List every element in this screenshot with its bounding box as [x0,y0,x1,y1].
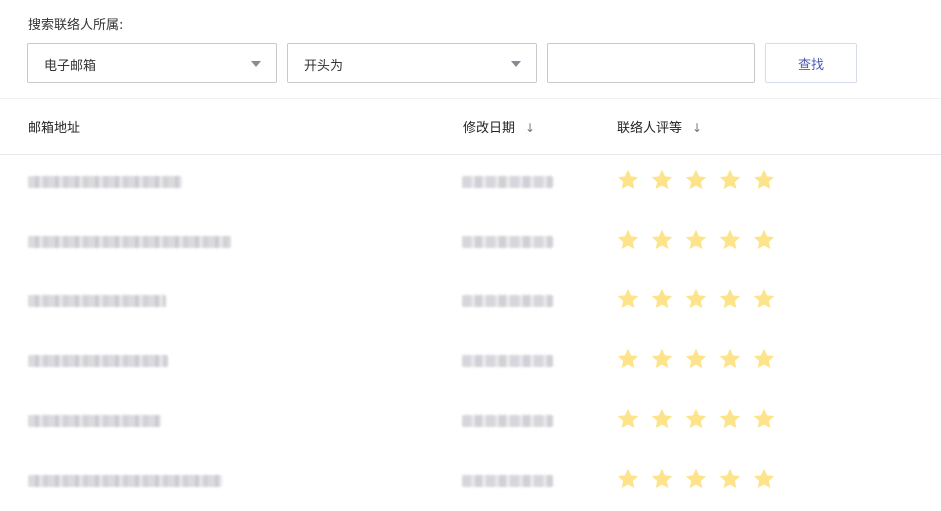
table-row[interactable] [0,214,941,274]
column-header-date[interactable]: 修改日期 ↓ [463,117,535,136]
column-header-label: 修改日期 [463,121,516,136]
star-icon[interactable] [752,287,776,311]
date-cell-redacted [462,355,553,367]
search-title: 搜索联络人所属: [28,18,124,33]
rating-stars[interactable] [616,228,776,256]
star-icon[interactable] [752,347,776,371]
rating-stars[interactable] [616,467,776,495]
email-cell-redacted [28,475,222,487]
caret-down-icon [511,61,521,67]
rating-stars[interactable] [616,407,776,435]
star-icon[interactable] [616,168,640,192]
divider [0,98,941,99]
star-icon[interactable] [650,347,674,371]
star-icon[interactable] [718,228,742,252]
email-cell-redacted [28,236,231,248]
star-icon[interactable] [616,228,640,252]
star-icon[interactable] [650,287,674,311]
column-header-email[interactable]: 邮箱地址 [28,117,80,136]
star-icon[interactable] [650,228,674,252]
rating-stars[interactable] [616,287,776,315]
date-cell-redacted [462,295,553,307]
star-icon[interactable] [752,228,776,252]
star-icon[interactable] [684,168,708,192]
date-cell-redacted [462,475,553,487]
column-header-label: 邮箱地址 [28,121,81,136]
rating-stars[interactable] [616,347,776,375]
column-header-label: 联络人评等 [617,121,683,136]
table-row[interactable] [0,453,941,511]
star-icon[interactable] [684,467,708,491]
arrow-down-icon[interactable]: ↓ [525,121,535,135]
table-row[interactable] [0,393,941,453]
date-cell-redacted [462,236,553,248]
star-icon[interactable] [718,168,742,192]
field-select-value: 电子邮箱 [44,59,97,74]
star-icon[interactable] [752,168,776,192]
star-icon[interactable] [684,287,708,311]
star-icon[interactable] [650,467,674,491]
search-button[interactable]: 查找 [765,43,857,83]
arrow-down-icon[interactable]: ↓ [692,121,702,135]
email-cell-redacted [28,355,168,367]
table-row[interactable] [0,273,941,333]
star-icon[interactable] [616,467,640,491]
field-select[interactable]: 电子邮箱 [27,43,277,83]
table-row[interactable] [0,154,941,214]
email-cell-redacted [28,295,166,307]
email-cell-redacted [28,415,161,427]
star-icon[interactable] [752,407,776,431]
star-icon[interactable] [616,287,640,311]
date-cell-redacted [462,176,553,188]
star-icon[interactable] [684,407,708,431]
star-icon[interactable] [684,347,708,371]
star-icon[interactable] [718,347,742,371]
email-cell-redacted [28,176,182,188]
star-icon[interactable] [718,407,742,431]
operator-select[interactable]: 开头为 [287,43,537,83]
column-header-rating[interactable]: 联络人评等 ↓ [617,117,702,136]
star-icon[interactable] [684,228,708,252]
table-row[interactable] [0,333,941,393]
star-icon[interactable] [718,467,742,491]
star-icon[interactable] [616,407,640,431]
search-input[interactable] [547,43,755,83]
star-icon[interactable] [650,168,674,192]
star-icon[interactable] [616,347,640,371]
star-icon[interactable] [752,467,776,491]
caret-down-icon [251,61,261,67]
date-cell-redacted [462,415,553,427]
operator-select-value: 开头为 [304,59,344,74]
rating-stars[interactable] [616,168,776,196]
star-icon[interactable] [650,407,674,431]
star-icon[interactable] [718,287,742,311]
